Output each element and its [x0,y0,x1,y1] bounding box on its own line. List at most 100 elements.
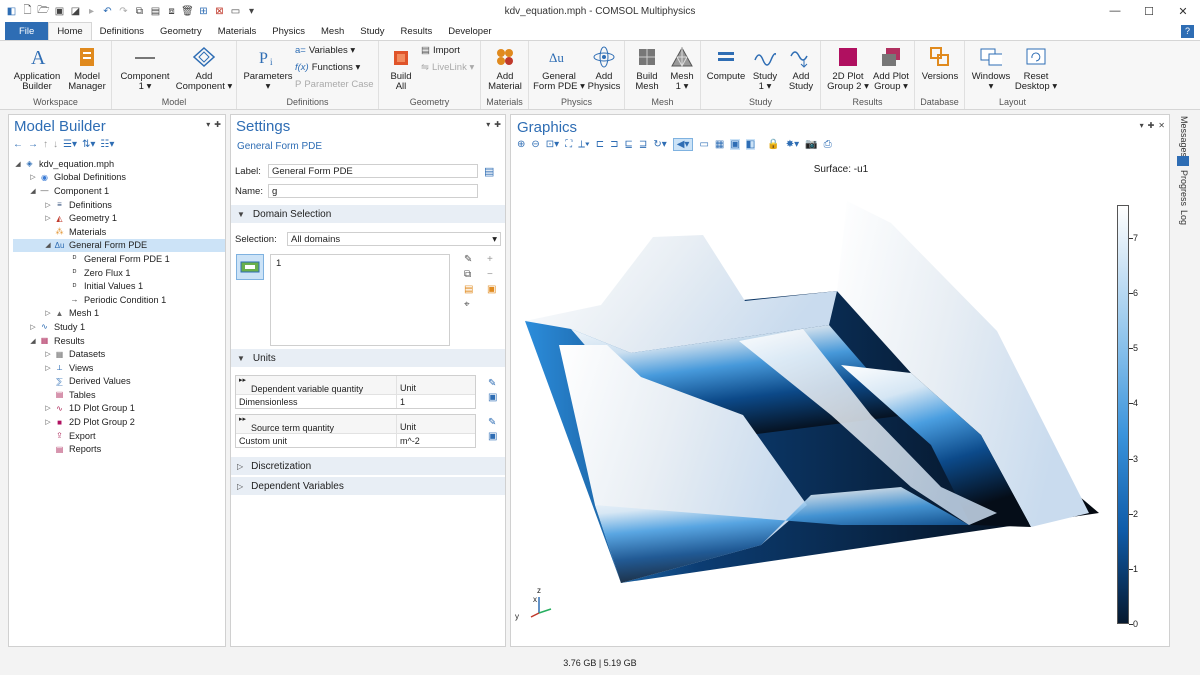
general-form-pde-button[interactable]: Δu General Form PDE ▾ [533,45,585,92]
qat-dropdown-icon[interactable]: ▾ [245,5,258,18]
add-plot-group-button[interactable]: Add Plot Group ▾ [869,45,913,92]
compute-button[interactable]: Compute [705,45,747,82]
expand-arrow-icon[interactable]: ▷ [43,418,53,426]
src-table-settings-icon[interactable]: ▣ [488,431,497,442]
functions-button[interactable]: f(x) Functions ▾ [295,62,360,73]
view-3d-icon[interactable]: ⊒ [639,139,647,150]
graphics-close-icon[interactable]: ✕ [1158,121,1165,130]
zoom-in-icon[interactable]: ⊕ [517,139,525,150]
tree-node[interactable]: ◢ Δu General Form PDE [13,238,225,253]
view-xy-icon[interactable]: ⊏ [596,139,604,150]
mesh1-button[interactable]: Mesh 1 ▾ [665,45,699,92]
wireframe-icon[interactable]: ▦ [715,139,724,150]
tab-messages[interactable]: Messages [1179,116,1189,157]
tab-results[interactable]: Results [393,22,441,40]
component-button[interactable]: Component 1 ▾ [118,45,172,92]
application-builder-button[interactable]: A Application Builder [12,45,62,92]
clear-selection-icon[interactable]: ▤ [464,284,473,295]
zoom-box-icon[interactable]: ⊡▾ [546,139,559,150]
expand-arrow-icon[interactable]: ▷ [43,214,53,222]
variables-button[interactable]: a= Variables ▾ [295,45,355,56]
label-field[interactable]: General Form PDE [268,164,478,178]
copy-selection-icon[interactable]: ⧉ [464,269,473,280]
collapse-arrow-icon[interactable]: ◢ [43,241,53,249]
tree-node[interactable]: ▷ ◭ Geometry 1 [13,211,225,225]
src-edit-pencil-icon[interactable]: ✎ [488,417,497,428]
expand-arrow-icon[interactable]: ▷ [43,404,53,412]
duplicate-icon[interactable]: ⧈ [165,5,178,18]
label-edit-icon[interactable]: ▤ [484,165,494,178]
screenshot-icon[interactable]: 📷 [805,139,817,150]
tree-node[interactable]: ▷ ▦ Datasets [13,347,225,361]
domain-list-item[interactable]: 1 [276,258,444,269]
copy-icon[interactable]: ⧉ [133,5,146,18]
view-axes-icon[interactable]: ⟂▾ [578,139,590,150]
sort-options-icon[interactable]: ⇅▾ [82,139,95,150]
tree-node[interactable]: ᴰ Initial Values 1 [13,279,225,293]
create-selection-icon[interactable]: ▣ [487,284,496,295]
zoom-selection-icon[interactable]: ⌖ [464,299,473,310]
add-component-button[interactable]: Add Component ▾ [174,45,234,92]
src-table-row[interactable]: Custom unit m^-2 [236,434,475,447]
versions-button[interactable]: Versions [919,45,961,82]
collapse-arrow-icon[interactable]: ◢ [28,337,38,345]
study1-button[interactable]: Study 1 ▾ [747,45,783,92]
tab-definitions[interactable]: Definitions [92,22,152,40]
tree-node[interactable]: ▷ ∿ Study 1 [13,320,225,334]
tree-node[interactable]: ▷ ∿ 1D Plot Group 1 [13,402,225,416]
select-mode-icon[interactable]: ◀▾ [672,138,694,151]
windows-button[interactable]: Windows ▾ [969,45,1013,92]
panel-menu-icon[interactable]: ▾ [206,120,210,129]
tree-node[interactable]: ᴰ Zero Flux 1 [13,266,225,280]
close-icon[interactable]: ✕ [1166,0,1200,22]
expand-arrow-icon[interactable]: ▷ [43,350,53,358]
pin-icon[interactable]: ✚ [214,120,221,129]
render-icon[interactable]: ✸▾ [786,139,799,150]
tab-file[interactable]: File [5,22,49,40]
transparency-icon[interactable]: ▣ [730,139,740,150]
tree-node[interactable]: ◢ — Component 1 [13,184,225,198]
livelink-button[interactable]: ⇋ LiveLink ▾ [421,62,474,73]
tab-developer[interactable]: Developer [440,22,499,40]
tree-node[interactable]: ◢ ▦ Results [13,334,225,348]
zoom-extents-icon[interactable]: ⛶ [565,139,572,150]
add-study-button[interactable]: Add Study [783,45,819,92]
section-dependent-variables[interactable]: ▷ Dependent Variables [231,477,505,495]
print-icon[interactable]: ⎙ [824,139,832,150]
section-units[interactable]: ▼ Units [231,349,505,367]
expand-arrow-icon[interactable]: ▷ [43,201,53,209]
compute-icon[interactable]: ⊠ [213,5,226,18]
build-icon[interactable]: ⊞ [197,5,210,18]
run-icon[interactable]: ▸ [85,5,98,18]
expand-options-icon[interactable]: ☷▾ [100,139,114,150]
graphics-canvas[interactable] [511,115,1170,647]
zoom-out-icon[interactable]: ⊖ [531,139,539,150]
section-domain-selection[interactable]: ▼ Domain Selection [231,205,505,223]
expand-arrow-icon[interactable]: ▷ [43,364,53,372]
add-selection-icon[interactable]: + [487,254,496,265]
delete-icon[interactable]: 🗑 [181,5,194,18]
domain-list[interactable]: 1 [270,254,450,346]
collapse-arrow-icon[interactable]: ◢ [13,160,23,168]
save-as-icon[interactable]: ◪ [69,5,82,18]
scene-light-icon[interactable]: ◧ [745,139,756,150]
tree-node[interactable]: → Periodic Condition 1 [13,293,225,307]
tree-node[interactable]: ▷ ▲ Mesh 1 [13,307,225,321]
view-zx-icon[interactable]: ⊑ [625,139,633,150]
tab-progress[interactable]: Progress [1179,170,1189,206]
name-field[interactable]: g [268,184,478,198]
parameter-case-button[interactable]: P Parameter Case [295,79,374,90]
expand-arrow-icon[interactable]: ▷ [28,323,38,331]
import-button[interactable]: ▤ Import [421,45,460,56]
settings-pin-icon[interactable]: ✚ [494,120,501,129]
reset-desktop-button[interactable]: Reset Desktop ▾ [1013,45,1059,92]
2d-plot-group-button[interactable]: 2D Plot Group 2 ▾ [825,45,871,92]
up-arrow-icon[interactable]: ↑ [43,139,48,150]
save-icon[interactable]: ▣ [53,5,66,18]
graphics-pin-icon[interactable]: ✚ [1148,121,1155,130]
back-arrow-icon[interactable]: ← [13,139,23,150]
graphics-menu-icon[interactable]: ▾ [1140,121,1144,130]
maximize-icon[interactable]: ☐ [1132,0,1166,22]
tree-node[interactable]: ▷ ◉ Global Definitions [13,171,225,185]
collapse-arrow-icon[interactable]: ◢ [28,187,38,195]
